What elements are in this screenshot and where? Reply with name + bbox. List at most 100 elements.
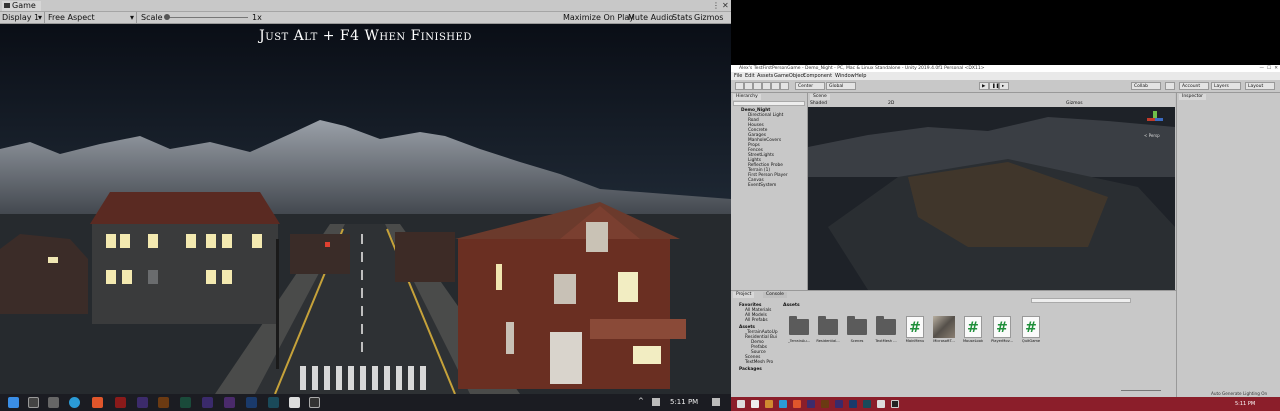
cloud-icon[interactable] — [1165, 82, 1175, 90]
photoshop-icon[interactable] — [849, 400, 857, 408]
brave-icon[interactable] — [793, 400, 801, 408]
chevron-up-icon[interactable]: ^ — [638, 397, 646, 407]
project-tree-item[interactable]: TextMesh Pro — [731, 360, 795, 365]
pivot-global-toggle[interactable]: Global — [826, 82, 856, 90]
asset-image[interactable]: MicrosoftT... — [932, 315, 956, 347]
photoshop-icon[interactable] — [246, 397, 257, 408]
windows-icon[interactable] — [737, 400, 745, 408]
visual-studio-icon[interactable] — [309, 397, 320, 408]
after-effects-icon[interactable] — [807, 400, 815, 408]
pivot-center-toggle[interactable]: Center — [795, 82, 825, 90]
icon-size-slider[interactable] — [1121, 390, 1161, 391]
display-dropdown[interactable]: Display 1 ▾ — [2, 12, 45, 23]
menu-assets[interactable]: Assets — [757, 72, 773, 80]
game-tab[interactable]: Game — [2, 1, 41, 11]
visual-studio-icon[interactable] — [891, 400, 899, 408]
asset-folder[interactable]: Residential... — [816, 315, 840, 347]
close-icon[interactable]: ✕ — [722, 0, 729, 11]
move-tool-icon[interactable] — [744, 82, 753, 90]
asset-folder[interactable]: _TerrainAu... — [787, 315, 811, 347]
asset-script[interactable]: # MouseLook — [961, 315, 985, 347]
hand-tool-icon[interactable] — [735, 82, 744, 90]
scene-tab[interactable]: Scene — [810, 94, 830, 100]
scene-gizmo-axis-icon[interactable] — [1145, 109, 1165, 129]
close-icon[interactable]: ✕ — [1274, 65, 1278, 72]
asset-script[interactable]: # QuitGame — [1019, 315, 1043, 347]
menu-gameobject[interactable]: GameObject — [774, 72, 805, 80]
scale-slider-handle[interactable] — [164, 14, 170, 20]
menu-edit[interactable]: Edit — [745, 72, 755, 80]
stats-toggle[interactable]: Stats — [672, 12, 692, 23]
asset-folder[interactable]: TextMesh ... — [874, 315, 898, 347]
clock[interactable]: 5:11 PM — [670, 394, 698, 411]
brave-icon[interactable] — [92, 397, 103, 408]
scene-gizmos-dropdown[interactable]: Gizmos — [1066, 101, 1083, 106]
account-dropdown[interactable]: Account — [1179, 82, 1209, 90]
menu-file[interactable]: File — [734, 72, 742, 80]
inspector-tab[interactable]: Inspector — [1179, 94, 1206, 100]
shading-dropdown[interactable]: Shaded — [810, 101, 827, 106]
game-viewport[interactable]: Just Alt + F4 When Finished — [0, 24, 731, 394]
scene-view[interactable] — [808, 107, 1175, 290]
file-explorer-icon[interactable] — [765, 400, 773, 408]
minimize-icon[interactable]: — — [1260, 65, 1265, 72]
windows-icon[interactable] — [8, 397, 19, 408]
illustrator-icon[interactable] — [158, 397, 169, 408]
search-icon[interactable] — [751, 400, 759, 408]
unity-icon[interactable] — [877, 400, 885, 408]
network-icon[interactable] — [652, 398, 660, 406]
illustrator-icon[interactable] — [821, 400, 829, 408]
asset-label: Residential... — [816, 339, 840, 343]
distant-houses — [290, 234, 350, 274]
hierarchy-tab[interactable]: Hierarchy — [733, 94, 761, 100]
rect-tool-icon[interactable] — [771, 82, 780, 90]
character-animator-icon[interactable] — [224, 397, 235, 408]
collab-dropdown[interactable]: Collab — [1131, 82, 1161, 90]
project-tab[interactable]: Project — [733, 292, 755, 298]
console-tab[interactable]: Console — [763, 292, 787, 298]
aspect-dropdown[interactable]: Free Aspect ▾ — [48, 12, 137, 23]
edge-icon[interactable] — [69, 397, 80, 408]
edge-icon[interactable] — [779, 400, 787, 408]
step-icon[interactable]: ▸ — [999, 82, 1009, 90]
play-icon[interactable]: ▶ — [979, 82, 989, 90]
pause-icon[interactable]: ❚❚ — [989, 82, 1000, 90]
project-tree-item[interactable]: All Prefabs — [731, 318, 795, 323]
audition-icon[interactable] — [268, 397, 279, 408]
layers-dropdown[interactable]: Layers — [1211, 82, 1241, 90]
csharp-script-icon: # — [1022, 316, 1040, 338]
task-view-icon[interactable] — [28, 397, 39, 408]
animate-icon[interactable] — [180, 397, 191, 408]
asset-script[interactable]: # PlayerMov... — [990, 315, 1014, 347]
after-effects-icon[interactable] — [137, 397, 148, 408]
maximize-on-play-toggle[interactable]: Maximize On Play — [563, 12, 634, 23]
premiere-icon[interactable] — [835, 400, 843, 408]
unity-icon[interactable] — [289, 397, 300, 408]
audition-icon[interactable] — [863, 400, 871, 408]
notification-icon[interactable] — [712, 398, 720, 406]
premiere-icon[interactable] — [202, 397, 213, 408]
mode-2d-toggle[interactable]: 2D — [888, 101, 894, 106]
scale-slider-track[interactable] — [168, 17, 248, 18]
layout-dropdown[interactable]: Layout — [1245, 82, 1275, 90]
rotate-tool-icon[interactable] — [753, 82, 762, 90]
mute-audio-toggle[interactable]: Mute Audio — [628, 12, 673, 23]
project-search-input[interactable] — [1031, 298, 1131, 303]
persp-label[interactable]: < Persp — [1144, 133, 1160, 138]
search-icon[interactable] — [48, 397, 59, 408]
app-icon[interactable] — [115, 397, 126, 408]
project-tree-item[interactable]: Packages — [731, 367, 789, 372]
breadcrumb[interactable]: Assets — [783, 303, 800, 308]
clock[interactable]: 5:11 PM — [1235, 397, 1255, 411]
menu-window[interactable]: Window — [835, 72, 855, 80]
scale-tool-icon[interactable] — [762, 82, 771, 90]
maximize-icon[interactable]: ☐ — [1267, 65, 1271, 72]
hierarchy-search-input[interactable] — [733, 101, 805, 106]
transform-tool-icon[interactable] — [780, 82, 789, 90]
menu-help[interactable]: Help — [855, 72, 866, 80]
asset-script[interactable]: # MainMenu — [903, 315, 927, 347]
menu-icon[interactable]: ⋮ — [712, 0, 720, 11]
gizmos-dropdown[interactable]: Gizmos — [694, 12, 723, 23]
menu-component[interactable]: Component — [803, 72, 832, 80]
asset-folder[interactable]: Scenes — [845, 315, 869, 347]
